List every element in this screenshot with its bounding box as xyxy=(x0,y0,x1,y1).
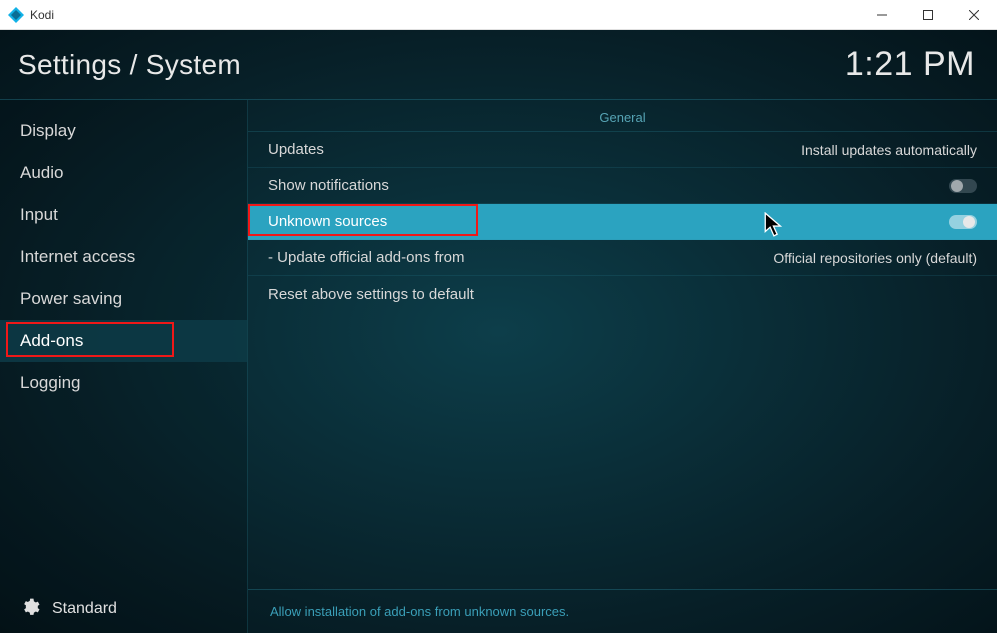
settings-level-label: Standard xyxy=(52,600,117,618)
setting-label: Updates xyxy=(268,141,324,158)
sidebar-item-label: Audio xyxy=(20,163,63,183)
maximize-button[interactable] xyxy=(905,0,951,30)
sidebar-item-audio[interactable]: Audio xyxy=(0,152,247,194)
toggle-knob xyxy=(951,180,963,192)
window-title: Kodi xyxy=(30,8,54,22)
sidebar: Display Audio Input Internet access Power sa… xyxy=(0,100,248,633)
clock: 1:21 PM xyxy=(845,45,975,84)
body: Display Audio Input Internet access Power sa… xyxy=(0,100,997,633)
minimize-button[interactable] xyxy=(859,0,905,30)
setting-label: - Update official add-ons from xyxy=(268,249,465,266)
setting-row-unknown-sources[interactable]: Unknown sources xyxy=(248,204,997,240)
sidebar-items: Display Audio Input Internet access Power sa… xyxy=(0,100,247,404)
sidebar-item-internet-access[interactable]: Internet access xyxy=(0,236,247,278)
sidebar-item-label: Input xyxy=(20,205,58,225)
setting-value: Official repositories only (default) xyxy=(773,250,977,266)
settings-level-button[interactable]: Standard xyxy=(0,585,247,633)
section-header: General xyxy=(248,100,997,132)
help-text: Allow installation of add-ons from unkno… xyxy=(248,589,997,633)
sidebar-item-display[interactable]: Display xyxy=(0,110,247,152)
breadcrumb: Settings / System xyxy=(18,49,241,81)
sidebar-item-input[interactable]: Input xyxy=(0,194,247,236)
kodi-app-icon xyxy=(8,7,24,23)
sidebar-item-label: Display xyxy=(20,121,76,141)
sidebar-item-label: Power saving xyxy=(20,289,122,309)
header: Settings / System 1:21 PM xyxy=(0,30,997,100)
setting-row-show-notifications[interactable]: Show notifications xyxy=(248,168,997,204)
setting-value: Install updates automatically xyxy=(801,142,977,158)
sidebar-item-add-ons[interactable]: Add-ons xyxy=(0,320,247,362)
setting-label: Reset above settings to default xyxy=(268,286,474,303)
close-button[interactable] xyxy=(951,0,997,30)
sidebar-item-label: Internet access xyxy=(20,247,135,267)
toggle-knob xyxy=(963,216,975,228)
gear-icon xyxy=(20,597,40,622)
toggle-switch[interactable] xyxy=(949,179,977,193)
setting-row-reset-above-settings-to-default[interactable]: Reset above settings to default xyxy=(248,276,997,312)
sidebar-item-power-saving[interactable]: Power saving xyxy=(0,278,247,320)
toggle-switch[interactable] xyxy=(949,215,977,229)
app-root: Settings / System 1:21 PM Display Audio In… xyxy=(0,30,997,633)
settings-rows: Updates Install updates automatically Show… xyxy=(248,132,997,312)
sidebar-item-label: Logging xyxy=(20,373,81,393)
main-panel: General Updates Install updates automatic… xyxy=(248,100,997,633)
window-controls xyxy=(859,0,997,30)
sidebar-item-label: Add-ons xyxy=(20,331,83,351)
window-titlebar: Kodi xyxy=(0,0,997,30)
setting-row-update-official-add-ons-from[interactable]: - Update official add-ons from Official r… xyxy=(248,240,997,276)
setting-label: Unknown sources xyxy=(268,213,387,230)
sidebar-item-logging[interactable]: Logging xyxy=(0,362,247,404)
setting-label: Show notifications xyxy=(268,177,389,194)
setting-row-updates[interactable]: Updates Install updates automatically xyxy=(248,132,997,168)
